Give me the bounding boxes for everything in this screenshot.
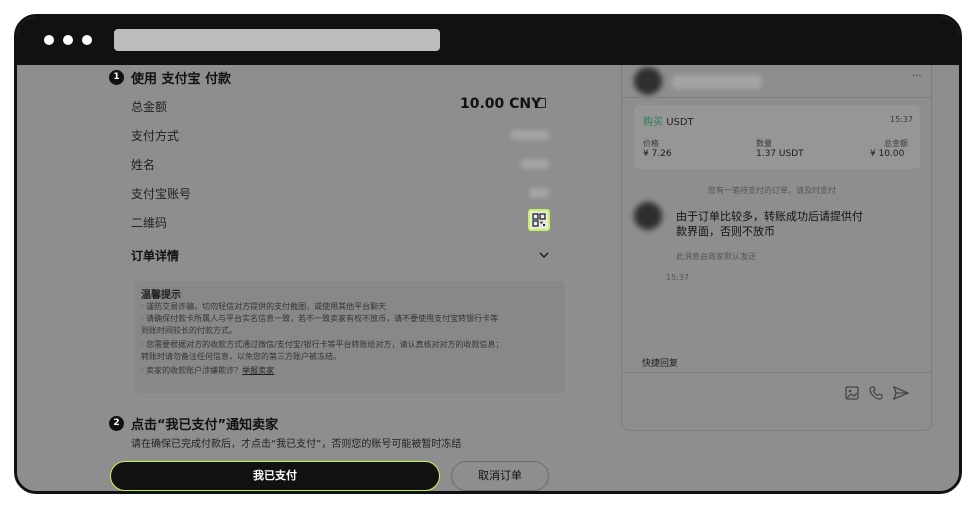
chat-panel: ··· 购买 USDT 15:37 价格 ¥ 7.26 数量 1.37 USDT… [621,65,932,431]
chat-message-input[interactable] [632,378,832,418]
qr-code-button[interactable] [528,209,550,231]
quantity-value: 1.37 USDT [756,149,804,159]
seller-message-line: 由于订单比较多，转账成功后请提供付 [676,210,863,223]
order-details-toggle[interactable]: 订单详情 [131,247,179,264]
auto-reply-note: 此消息由商家默认发送 [676,252,756,261]
order-type: 购买 [643,117,663,128]
payment-method-label: 支付方式 [131,129,180,143]
tips-title: 温馨提示 [141,290,181,301]
image-upload-icon[interactable] [844,385,860,401]
browser-titlebar [17,17,959,65]
seller-name-redacted [672,75,762,89]
chat-header-divider [622,97,931,98]
page-content: 1 使用 支付宝 付款 总金额 10.00 CNY 支付方式 姓名 支付宝账号 … [17,65,959,491]
price-value: ¥ 7.26 [643,149,672,159]
cancel-order-button[interactable]: 取消订单 [451,461,549,491]
chat-input-divider [622,372,931,373]
send-icon[interactable] [892,385,910,401]
window-dot-icon [63,35,73,45]
seller-avatar [634,67,662,95]
order-asset: USDT [666,117,694,128]
address-bar[interactable] [114,29,440,51]
step-2-number: 2 [109,416,124,431]
tip-line: · 您需要根据对方的收款方式通过微信/支付宝/银行卡等平台转账给对方，请认真核对… [141,340,504,349]
price-label: 价格 [643,139,659,148]
step-1-title: 使用 支付宝 付款 [131,72,232,87]
alipay-account-value-redacted [529,188,549,198]
qr-code-label: 二维码 [131,216,168,230]
step-2-title: 点击“我已支付”通知卖家 [131,418,279,433]
total-label: 总金额 [884,139,908,148]
alipay-account-label: 支付宝账号 [131,187,192,201]
tip-line: · 请确保付款卡所属人与平台实名信息一致，若不一致卖家有权不放币，请不要使用支付… [141,314,499,323]
quantity-label: 数量 [756,139,772,148]
order-time: 15:37 [890,115,914,124]
seller-message: 由于订单比较多，转账成功后请提供付 款界面，否则不放币 [676,209,863,239]
tip-report-question: · 卖家的收款账户涉嫌欺诈？ [141,366,243,375]
system-message: 您有一笔待支付的订单，请及时支付 [708,186,836,195]
window-dot-icon [44,35,54,45]
warm-tips-box: 温馨提示 · 谨防交易诈骗，切勿轻信对方提供的支付截图，或使用其他平台聊天 · … [134,281,565,393]
seller-message-line: 款界面，否则不放币 [676,225,775,238]
step-2-description: 请在确保已完成付款后，才点击“我已支付”，否则您的账号可能被暂时冻结 [131,439,462,450]
order-type-line: 购买 USDT [643,113,694,128]
window-dot-icon [82,35,92,45]
browser-window: 1 使用 支付宝 付款 总金额 10.00 CNY 支付方式 姓名 支付宝账号 … [14,14,962,494]
name-value-redacted [521,159,549,169]
payment-method-value-redacted [511,130,549,140]
qr-code-icon [532,213,546,227]
seller-message-avatar [634,202,662,230]
quick-reply-label[interactable]: 快捷回复 [642,356,678,369]
order-summary-card: 购买 USDT 15:37 价格 ¥ 7.26 数量 1.37 USDT 总金额… [634,105,920,169]
tip-line: · 卖家的收款账户涉嫌欺诈？举报卖家 [141,365,274,377]
chevron-down-icon[interactable] [538,250,550,260]
copy-icon[interactable] [537,98,546,108]
message-time: 15:37 [666,273,690,282]
more-options-icon[interactable]: ··· [912,71,922,82]
tip-line: 到账时间较长的付款方式。 [141,326,237,335]
total-amount-value: 10.00 CNY [460,96,542,112]
total-value: ¥ 10.00 [870,149,905,159]
tip-line: 转账时请勿备注任何信息，以免您的第三方账户被冻结。 [141,352,341,361]
report-seller-link[interactable]: 举报卖家 [242,366,274,375]
step-1-number: 1 [109,70,124,85]
name-label: 姓名 [131,158,156,172]
total-amount-label: 总金额 [131,100,168,114]
i-have-paid-button[interactable]: 我已支付 [110,461,440,491]
phone-icon[interactable] [868,385,884,401]
tip-line: · 谨防交易诈骗，切勿轻信对方提供的支付截图，或使用其他平台聊天 [141,302,387,311]
